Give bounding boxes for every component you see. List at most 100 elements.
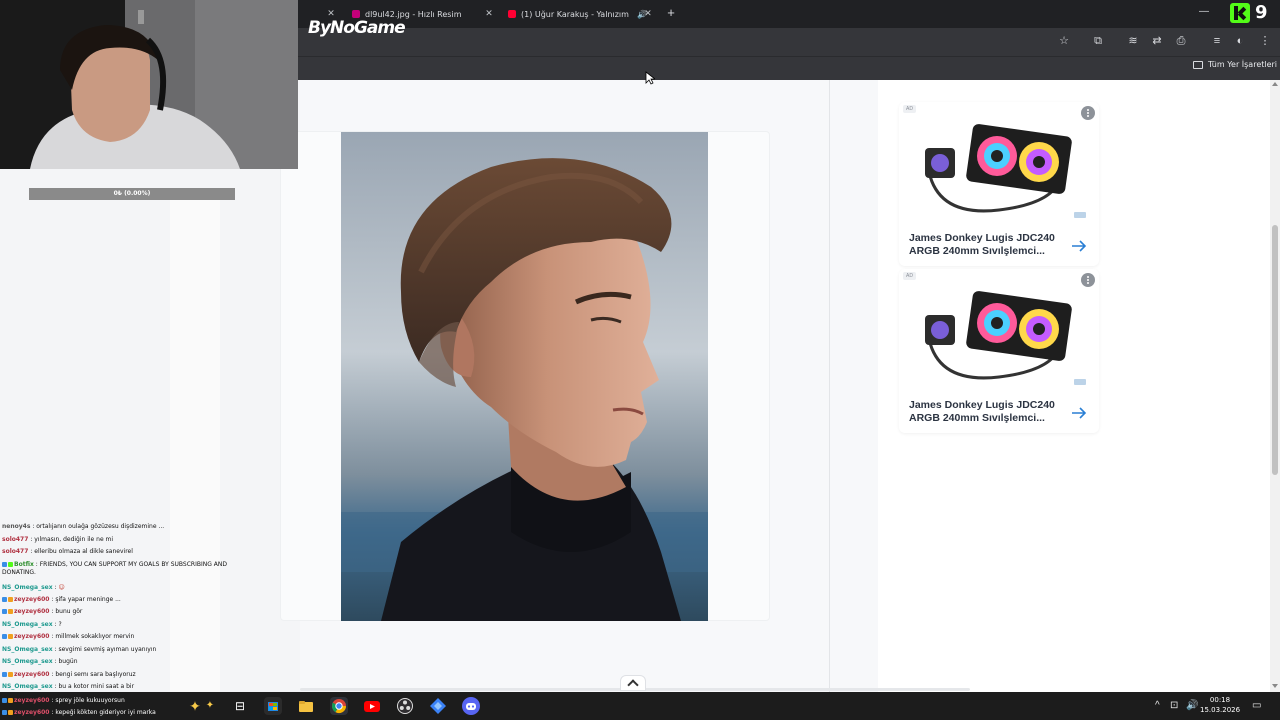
file-explorer-icon[interactable] bbox=[297, 697, 315, 715]
badge-icon bbox=[8, 710, 13, 715]
discord-icon[interactable] bbox=[462, 697, 480, 715]
chat-message: NS_Omega_sex : ☺ bbox=[2, 584, 65, 592]
close-tab-icon[interactable]: ✕ bbox=[643, 9, 653, 19]
chat-text: : bbox=[54, 584, 57, 591]
network-icon[interactable]: ⊡ bbox=[1170, 700, 1178, 712]
chat-user: NS_Omega_sex bbox=[2, 584, 53, 591]
chat-text: FRIENDS, YOU CAN SUPPORT MY GOALS BY SUB… bbox=[2, 561, 227, 576]
brand-logo-icon bbox=[1074, 379, 1086, 385]
chat-user: NS_Omega_sex bbox=[2, 646, 53, 653]
close-tab-icon[interactable]: ✕ bbox=[484, 9, 494, 19]
chrome-icon[interactable] bbox=[330, 697, 348, 715]
chat-message: zeyzey600 : bunu gör bbox=[2, 608, 82, 616]
ad-title-line-1: James Donkey Lugis JDC240 bbox=[909, 399, 1055, 411]
arrow-right-icon[interactable] bbox=[1071, 239, 1087, 253]
chat-user: zeyzey600 bbox=[14, 671, 50, 678]
chat-text: bunu gör bbox=[55, 608, 83, 615]
youtube-favicon-icon bbox=[508, 10, 516, 18]
chat-user: NS_Omega_sex bbox=[2, 658, 53, 665]
ad-card[interactable]: AD James Donkey Lugis JDC240 ARGB 240mm … bbox=[899, 102, 1099, 266]
kick-logo-icon bbox=[1230, 3, 1250, 23]
chat-message: zeyzey600 : şifa yapar meninge ... bbox=[2, 596, 121, 604]
task-view-icon[interactable]: ⊟ bbox=[231, 697, 249, 715]
chat-user: Botfix bbox=[14, 561, 34, 568]
tray-overflow-icon[interactable]: ^ bbox=[1155, 700, 1160, 712]
image-favicon-icon bbox=[352, 10, 360, 18]
chat-message: NS_Omega_sex : bu a kotor mini saat a bi… bbox=[2, 683, 135, 690]
chat-user: NS_Omega_sex bbox=[2, 683, 53, 690]
all-bookmarks-label: Tüm Yer İşaretleri bbox=[1208, 60, 1278, 69]
chat-user: NS_Omega_sex bbox=[2, 621, 53, 628]
chat-message: zeyzey600 : millmek sokaklıyor mervin bbox=[2, 633, 134, 641]
obs-icon[interactable] bbox=[396, 697, 414, 715]
gutter-strip bbox=[830, 80, 878, 692]
arrow-right-icon[interactable] bbox=[1071, 406, 1087, 420]
notifications-icon[interactable]: ▭ bbox=[1252, 700, 1261, 712]
badge-icon bbox=[2, 672, 7, 677]
bookmark-star-icon[interactable]: ☆ bbox=[1057, 34, 1071, 48]
page-scrollbar[interactable] bbox=[1270, 80, 1280, 692]
taskbar-clock[interactable]: 00:18 15.03.2026 bbox=[1200, 695, 1240, 715]
sparkle-icon[interactable]: ✦ bbox=[201, 697, 219, 715]
new-tab-button[interactable]: + bbox=[664, 6, 678, 20]
badge-icon bbox=[8, 634, 13, 639]
goal-progress-text: 0₺ (0.00%) bbox=[113, 190, 151, 197]
youtube-icon[interactable] bbox=[363, 697, 381, 715]
webcam-overlay bbox=[0, 0, 298, 169]
brand-logo-icon bbox=[1074, 212, 1086, 218]
chat-message: solo477 : yılmasın, dediğin ile ne mi bbox=[2, 536, 114, 543]
all-bookmarks-button[interactable]: Tüm Yer İşaretleri bbox=[1193, 60, 1277, 69]
product-image[interactable] bbox=[919, 289, 1079, 381]
chat-message: Botfix : FRIENDS, YOU CAN SUPPORT MY GOA… bbox=[2, 561, 227, 576]
ad-title-line-1: James Donkey Lugis JDC240 bbox=[909, 232, 1055, 244]
media-control-icon[interactable]: ≡ bbox=[1210, 34, 1224, 48]
translate-icon[interactable]: ⇄ bbox=[1150, 34, 1164, 48]
badge-icon bbox=[8, 609, 13, 614]
ad-title[interactable]: James Donkey Lugis JDC240 ARGB 240mm Sıv… bbox=[909, 232, 1069, 258]
scroll-down-icon[interactable] bbox=[1272, 684, 1278, 688]
chat-user: solo477 bbox=[2, 536, 29, 543]
ad-badge: AD bbox=[903, 272, 916, 280]
chat-text: elleribu olmaza al dikle sanevirel bbox=[34, 548, 133, 555]
volume-icon[interactable]: 🔊 bbox=[1186, 700, 1198, 712]
chat-text: : ? bbox=[54, 621, 62, 628]
badge-icon bbox=[2, 710, 7, 715]
print-icon[interactable]: ⎙ bbox=[1174, 34, 1188, 48]
tab-youtube[interactable]: (1) Uğur Karakuş - Yalnızım 🔊 ✕ bbox=[508, 3, 653, 25]
chat-text: kepeği kökten gideriyor iyi marka bbox=[55, 709, 156, 716]
extensions-icon[interactable]: ⧉ bbox=[1091, 34, 1105, 48]
profile-icon[interactable]: ◐ bbox=[1233, 34, 1247, 48]
chat-user: zeyzey600 bbox=[14, 608, 50, 615]
ad-title[interactable]: James Donkey Lugis JDC240 ARGB 240mm Sıv… bbox=[909, 399, 1069, 425]
browser-menu-icon[interactable]: ⋮ bbox=[1258, 34, 1272, 48]
chat-user: zeyzey600 bbox=[14, 596, 50, 603]
chat-text: yılmasın, dediğin ile ne mi bbox=[34, 536, 114, 543]
back-to-top-button[interactable] bbox=[620, 675, 646, 691]
app-blue-icon[interactable] bbox=[429, 697, 447, 715]
ad-options-icon[interactable] bbox=[1081, 273, 1095, 287]
mouse-cursor-icon bbox=[645, 71, 657, 90]
chat-message: zeyzey600 : sprey jöle kukuuyorsun bbox=[2, 697, 125, 705]
chat-message: nenoy4s : ortalıjanın oulağa gözüzesu di… bbox=[2, 523, 165, 530]
goal-progress-bar: 0₺ (0.00%) bbox=[29, 188, 235, 200]
chat-text: bengi semı sara başlıyoruz bbox=[55, 671, 136, 678]
badge-icon bbox=[8, 698, 13, 703]
badge-icon bbox=[2, 698, 7, 703]
scroll-thumb[interactable] bbox=[1272, 225, 1278, 475]
kick-count: 9 bbox=[1255, 2, 1268, 23]
badge-icon bbox=[2, 609, 7, 614]
store-icon[interactable] bbox=[264, 697, 282, 715]
scroll-up-icon[interactable] bbox=[1272, 82, 1278, 86]
product-image[interactable] bbox=[919, 122, 1079, 214]
reading-mode-icon[interactable]: ≋ bbox=[1126, 34, 1140, 48]
badge-icon bbox=[2, 597, 7, 602]
chat-message: NS_Omega_sex : bugün bbox=[2, 658, 78, 665]
chevron-up-icon bbox=[627, 679, 639, 691]
ad-card[interactable]: AD James Donkey Lugis JDC240 ARGB 240mm … bbox=[899, 269, 1099, 433]
folder-icon bbox=[1193, 60, 1203, 69]
portrait-photo[interactable] bbox=[341, 132, 708, 621]
ad-options-icon[interactable] bbox=[1081, 106, 1095, 120]
minimize-window-button[interactable]: — bbox=[1198, 6, 1210, 18]
chat-text: bu a kotor mini saat a bir bbox=[58, 683, 135, 690]
emote-icon: ☺ bbox=[58, 584, 65, 591]
